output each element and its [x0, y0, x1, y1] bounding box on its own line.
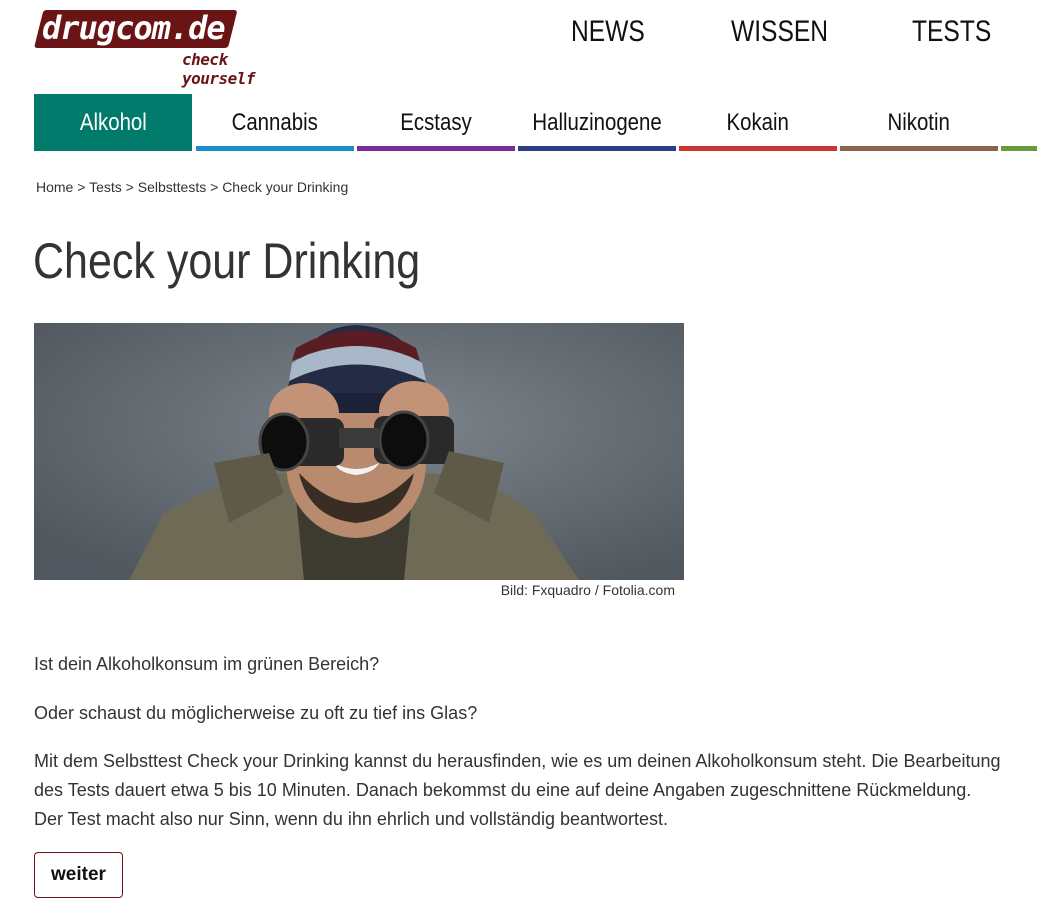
- tab-color-bar: [679, 146, 837, 151]
- tab-label: Nikotin: [887, 108, 951, 136]
- tab-label: Kokain: [726, 108, 790, 136]
- tab-next[interactable]: [1001, 94, 1037, 151]
- page-title: Check your Drinking: [33, 233, 421, 289]
- breadcrumb-separator: >: [77, 179, 86, 195]
- tab-color-bar: [196, 146, 354, 151]
- tab-alkohol[interactable]: Alkohol: [34, 94, 192, 151]
- top-navigation: NEWS WISSEN TESTS: [0, 14, 1037, 54]
- tab-color-bar: [840, 146, 998, 151]
- tab-nikotin[interactable]: Nikotin: [840, 94, 998, 151]
- weiter-button[interactable]: weiter: [34, 852, 123, 898]
- tab-color-bar: [518, 146, 676, 151]
- tab-kokain[interactable]: Kokain: [679, 94, 837, 151]
- breadcrumb-separator: >: [210, 179, 219, 195]
- tab-ecstasy[interactable]: Ecstasy: [357, 94, 515, 151]
- breadcrumb-tests[interactable]: Tests: [89, 179, 122, 195]
- tab-color-bar: [357, 146, 515, 151]
- tab-label: Alkohol: [79, 108, 147, 136]
- nav-wissen[interactable]: WISSEN: [731, 14, 828, 50]
- breadcrumb-selbsttests[interactable]: Selbsttests: [138, 179, 206, 195]
- intro-question-1: Ist dein Alkoholkonsum im grünen Bereich…: [34, 654, 380, 674]
- binoculars-person-illustration: [34, 323, 684, 580]
- nav-tests[interactable]: TESTS: [912, 14, 991, 50]
- tab-label: Halluzinogene: [532, 108, 662, 136]
- breadcrumb-separator: >: [125, 179, 134, 195]
- breadcrumb-home[interactable]: Home: [36, 179, 73, 195]
- hero-image: [34, 323, 684, 580]
- tab-color-bar: [1001, 146, 1037, 151]
- breadcrumb-current: Check your Drinking: [222, 179, 349, 195]
- breadcrumb: Home > Tests > Selbsttests > Check your …: [36, 179, 348, 195]
- intro-description: Mit dem Selbsttest Check your Drinking k…: [34, 751, 1001, 829]
- nav-news[interactable]: NEWS: [571, 14, 645, 50]
- intro-question-2: Oder schaust du möglicherweise zu oft zu…: [34, 703, 478, 723]
- tab-label: Ecstasy: [400, 108, 472, 136]
- tab-cannabis[interactable]: Cannabis: [196, 94, 354, 151]
- tab-halluzinogene[interactable]: Halluzinogene: [518, 94, 676, 151]
- image-credit: Bild: Fxquadro / Fotolia.com: [500, 582, 675, 598]
- substance-tabs: Alkohol Cannabis Ecstasy Halluzinogene K…: [34, 94, 1037, 152]
- logo-tagline: check yourself: [182, 50, 256, 88]
- tab-label: Cannabis: [231, 108, 319, 136]
